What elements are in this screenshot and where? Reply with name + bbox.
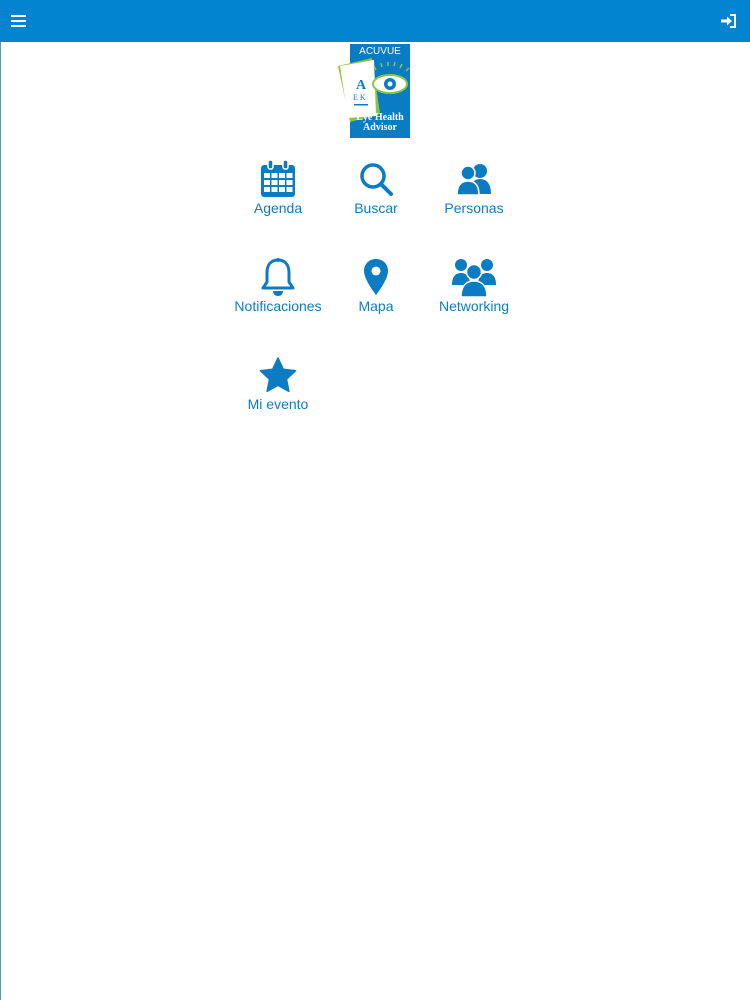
people-icon (419, 158, 529, 200)
menu-item-mi-evento[interactable]: Mi evento (223, 354, 333, 426)
menu-item-label: Mi evento (247, 396, 309, 412)
top-app-bar (0, 0, 750, 42)
page-left-border (0, 42, 1, 1000)
menu-item-label: Networking (438, 298, 510, 314)
star-icon (223, 354, 333, 396)
svg-text:A: A (356, 78, 367, 93)
map-marker-icon (321, 256, 431, 298)
menu-item-label: Buscar (354, 200, 398, 216)
menu-item-label: Personas (444, 200, 504, 216)
logo-brand: ACUVUE (359, 46, 401, 57)
menu-item-networking[interactable]: Networking (419, 256, 529, 328)
logo-line2: Advisor (363, 122, 397, 133)
menu-item-label: Notificaciones (234, 298, 322, 314)
search-icon (321, 158, 431, 200)
menu-item-notificaciones[interactable]: Notificaciones (223, 256, 333, 328)
menu-item-personas[interactable]: Personas (419, 158, 529, 230)
bell-icon (223, 256, 333, 298)
sign-in-icon (721, 14, 736, 28)
login-button[interactable] (716, 8, 742, 34)
svg-text:E K: E K (353, 93, 366, 102)
acuvue-eye-health-advisor-logo: A E K ACUVUE Eye Health Advisor (336, 44, 412, 138)
menu-item-label: Agenda (253, 200, 303, 216)
menu-item-agenda[interactable]: Agenda (223, 158, 333, 230)
hamburger-menu-icon (11, 15, 26, 27)
menu-item-buscar[interactable]: Buscar (321, 158, 431, 230)
menu-item-label: Mapa (358, 298, 394, 314)
menu-item-mapa[interactable]: Mapa (321, 256, 431, 328)
menu-button[interactable] (8, 8, 30, 34)
calendar-icon (223, 158, 333, 200)
group-icon (419, 256, 529, 298)
